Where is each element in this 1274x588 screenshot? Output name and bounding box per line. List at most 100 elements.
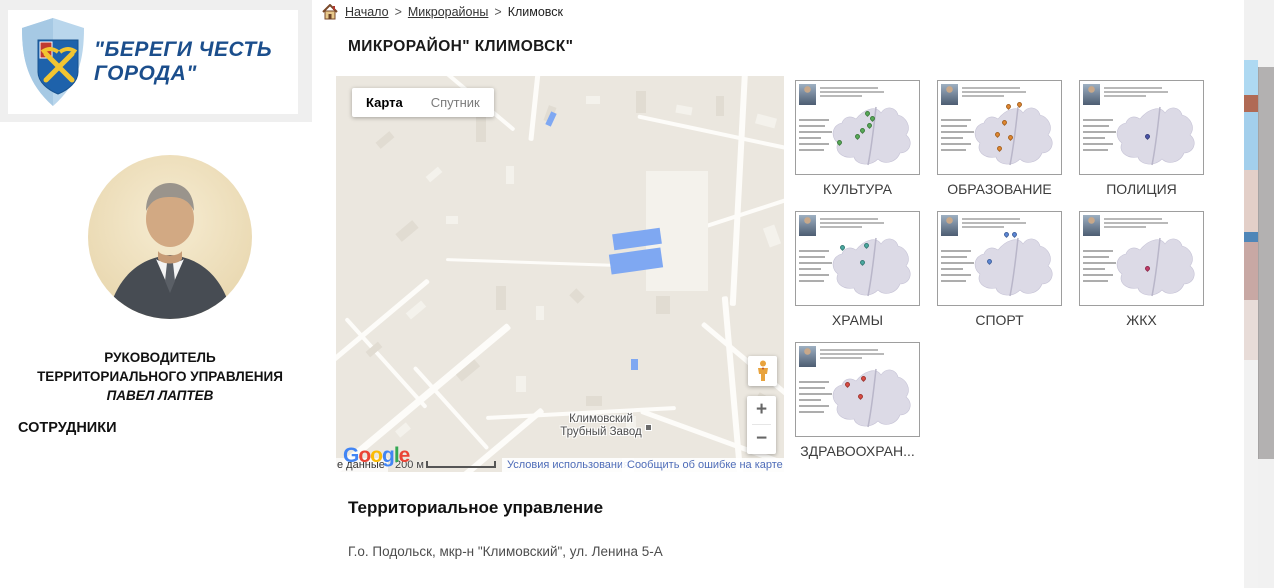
background-sliver-segment xyxy=(1244,0,1258,60)
thumbnail-person-photo xyxy=(799,215,816,236)
zoom-out-button[interactable]: − xyxy=(747,425,776,453)
map-building xyxy=(763,225,781,248)
thumbnail-map-image xyxy=(795,342,920,437)
category-thumbnail-3[interactable]: ПОЛИЦИЯ xyxy=(1079,80,1204,197)
background-sliver-segment xyxy=(1244,360,1258,588)
role-line1: РУКОВОДИТЕЛЬ xyxy=(0,348,320,367)
thumbnail-side-textline xyxy=(799,405,829,407)
thumbnail-side-textline xyxy=(1083,256,1109,258)
place-marker-icon xyxy=(645,424,652,431)
map-road xyxy=(528,76,540,141)
thumbnail-label: ХРАМЫ xyxy=(795,312,920,328)
category-thumbnails-grid: КУЛЬТУРА ОБРАЗОВАНИЕ ПОЛИЦИЯ ХРАМЫ СПОРТЖКХ З… xyxy=(795,80,1215,473)
background-sliver-segment xyxy=(1244,242,1258,300)
thumbnail-side-textline xyxy=(799,119,829,121)
district-map-silhouette xyxy=(968,101,1060,173)
map-building xyxy=(636,91,646,113)
background-sliver-segment xyxy=(1244,170,1258,232)
pegman-control[interactable] xyxy=(748,356,777,386)
thumbnail-header-textline xyxy=(962,95,1004,97)
map-building xyxy=(586,96,600,104)
category-thumbnail-5[interactable]: СПОРТ xyxy=(937,211,1062,328)
thumbnail-side-textline xyxy=(1083,268,1105,270)
thumbnail-map-image xyxy=(795,80,920,175)
district-map-silhouette xyxy=(968,232,1060,304)
map-water xyxy=(631,359,638,370)
thumbnail-side-textline xyxy=(799,387,825,389)
breadcrumb-microdistricts[interactable]: Микрорайоны xyxy=(408,5,489,19)
thumbnail-side-textline xyxy=(941,137,963,139)
site-logo[interactable]: "БЕРЕГИ ЧЕСТЬ ГОРОДА" xyxy=(8,10,298,114)
thumbnail-header-textline xyxy=(820,91,884,93)
thumbnail-header-textline xyxy=(1104,218,1162,220)
background-image-sliver xyxy=(1244,0,1258,588)
map-road xyxy=(446,258,616,267)
office-address: Г.о. Подольск, мкр-н "Климовский", ул. Л… xyxy=(348,544,663,559)
breadcrumb-separator: > xyxy=(494,5,501,19)
category-thumbnail-1[interactable]: КУЛЬТУРА xyxy=(795,80,920,197)
terms-of-use-link[interactable]: Условия использования xyxy=(502,458,634,472)
category-thumbnail-7[interactable]: ЗДРАВООХРАН... xyxy=(795,342,920,459)
map-type-control: Карта Спутник xyxy=(352,88,494,117)
thumbnail-side-textline xyxy=(941,268,963,270)
map-building xyxy=(569,288,585,304)
thumbnail-header-textline xyxy=(820,357,862,359)
logo-text-line2: ГОРОДА" xyxy=(94,62,272,86)
thumbnail-map-image xyxy=(937,80,1062,175)
thumbnail-side-textline xyxy=(799,280,824,282)
map-building xyxy=(395,422,411,437)
thumbnail-header-textline xyxy=(1104,91,1168,93)
leader-photo xyxy=(88,155,252,319)
home-icon[interactable] xyxy=(322,4,338,20)
sidebar-item-staff[interactable]: СОТРУДНИКИ xyxy=(18,420,117,436)
map-building xyxy=(446,216,458,224)
thumbnail-side-textline xyxy=(1083,137,1105,139)
district-map-silhouette xyxy=(826,232,918,304)
map-building xyxy=(516,376,526,392)
map-building xyxy=(406,301,426,320)
thumbnail-header-textline xyxy=(962,87,1020,89)
background-sliver-segment xyxy=(1244,112,1258,170)
category-thumbnail-6[interactable]: ЖКХ xyxy=(1079,211,1204,328)
leader-role: РУКОВОДИТЕЛЬ ТЕРРИТОРИАЛЬНОГО УПРАВЛЕНИЯ… xyxy=(0,348,320,405)
category-thumbnail-2[interactable]: ОБРАЗОВАНИЕ xyxy=(937,80,1062,197)
thumbnail-side-textline xyxy=(799,149,824,151)
thumbnail-header-textline xyxy=(820,87,878,89)
scrollbar-thumb[interactable] xyxy=(1258,67,1274,459)
thumbnail-side-textline xyxy=(799,274,829,276)
map-tab-sputnik[interactable]: Спутник xyxy=(417,88,494,117)
thumbnail-header-textline xyxy=(1104,95,1146,97)
district-map-silhouette xyxy=(1110,101,1202,173)
background-sliver-segment xyxy=(1244,95,1258,112)
background-sliver-segment xyxy=(1244,300,1258,360)
thumbnail-side-textline xyxy=(1083,250,1113,252)
google-map[interactable]: Карта Спутник Климовский Трубный Завод +… xyxy=(336,76,784,472)
thumbnail-side-textline xyxy=(799,268,821,270)
map-zoom-control: + − xyxy=(747,396,776,454)
thumbnail-header-textline xyxy=(1104,87,1162,89)
map-building xyxy=(755,114,777,129)
map-building xyxy=(586,396,602,406)
shield-icon xyxy=(20,16,86,108)
breadcrumb-separator: > xyxy=(395,5,402,19)
breadcrumb-home[interactable]: Начало xyxy=(345,5,389,19)
map-building xyxy=(716,96,724,116)
district-map-silhouette xyxy=(1110,232,1202,304)
report-map-error-link[interactable]: Сообщить об ошибке на карте xyxy=(622,458,784,472)
zoom-in-button[interactable]: + xyxy=(747,396,776,424)
map-building xyxy=(656,296,670,314)
thumbnail-header-textline xyxy=(1104,222,1168,224)
map-tab-karta[interactable]: Карта xyxy=(352,88,417,117)
google-logo-letter: g xyxy=(382,444,394,467)
google-logo[interactable]: Google xyxy=(343,444,409,468)
thumbnail-side-textline xyxy=(941,119,971,121)
thumbnail-label: ПОЛИЦИЯ xyxy=(1079,181,1204,197)
thumbnail-map-image xyxy=(1079,80,1204,175)
map-scale-bar xyxy=(426,461,496,468)
page-title: МИКРОРАЙОН" КЛИМОВСК" xyxy=(348,38,573,56)
thumbnail-label: КУЛЬТУРА xyxy=(795,181,920,197)
thumbnail-side-textline xyxy=(941,149,966,151)
district-map-silhouette xyxy=(826,101,918,173)
category-thumbnail-4[interactable]: ХРАМЫ xyxy=(795,211,920,328)
map-building xyxy=(506,166,514,184)
